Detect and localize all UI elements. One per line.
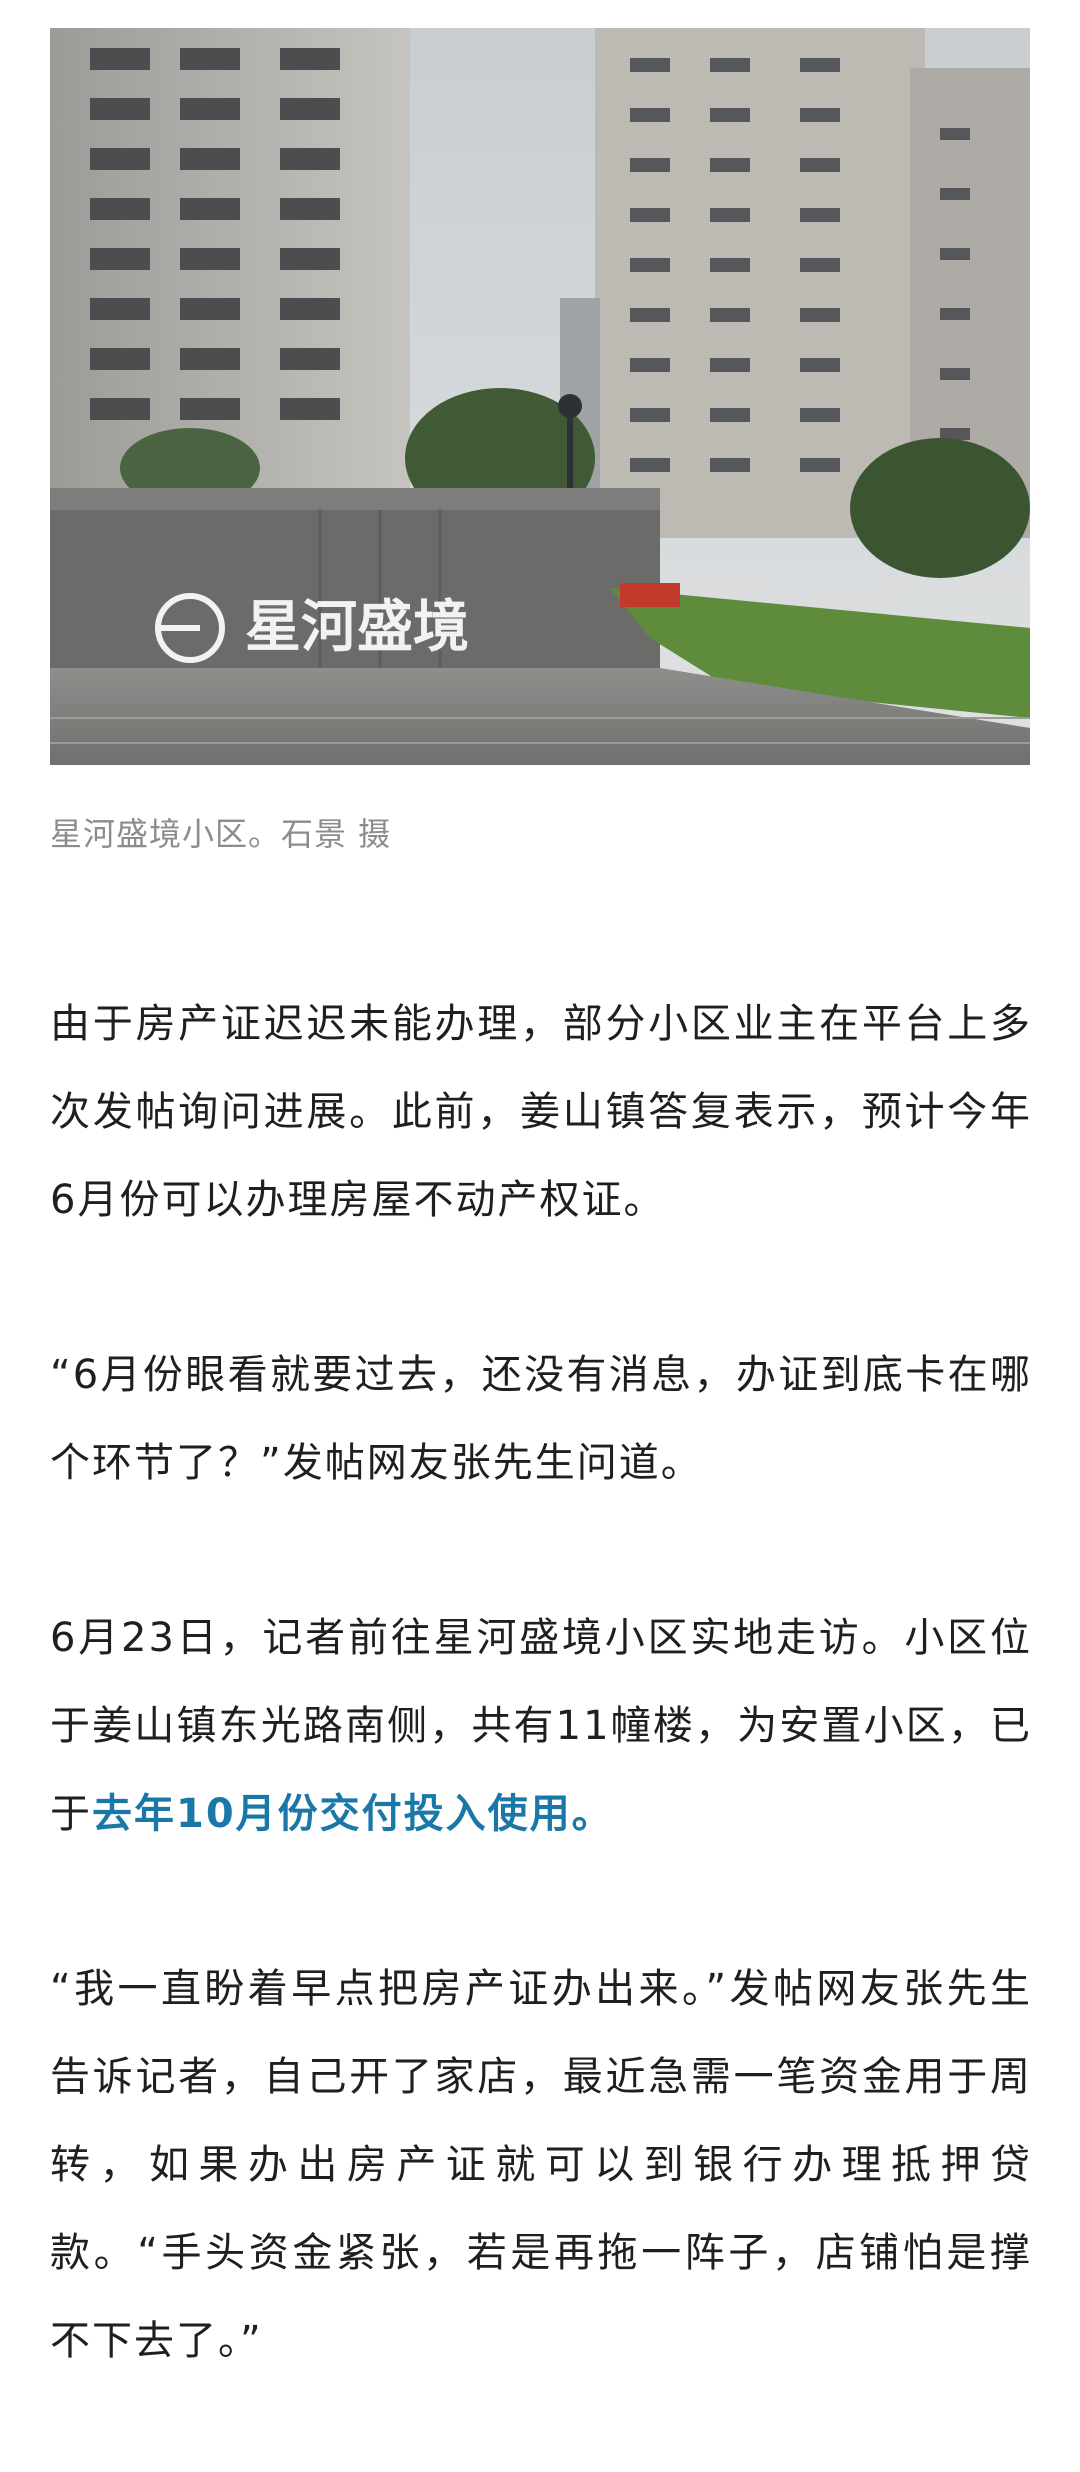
paragraph: 6月23日，记者前往星河盛境小区实地走访。小区位于姜山镇东光路南侧，共有11幢楼… [50,1594,1032,1858]
photo-illustration: 星河盛境 [50,28,1030,765]
paragraph: “我一直盼着早点把房产证办出来。”发帖网友张先生告诉记者，自己开了家店，最近急需… [50,1945,1032,2385]
highlighted-link[interactable]: 去年10月份交付投入使用。 [92,1791,614,1837]
article-photo[interactable]: 星河盛境 [50,28,1030,765]
article-body: 由于房产证迟迟未能办理，部分小区业主在平台上多次发帖询问进展。此前，姜山镇答复表… [50,980,1032,2472]
photo-caption: 星河盛境小区。石景 摄 [50,815,392,853]
sign-text: 星河盛境 [245,595,469,660]
paragraph-text: “6月份眼看就要过去，还没有消息，办证到底卡在哪个环节了？”发帖网友张先生问道。 [50,1352,1032,1486]
paragraph-text: “我一直盼着早点把房产证办出来。”发帖网友张先生告诉记者，自己开了家店，最近急需… [50,1966,1032,2364]
paragraph: 由于房产证迟迟未能办理，部分小区业主在平台上多次发帖询问进展。此前，姜山镇答复表… [50,980,1032,1244]
paragraph-text: 由于房产证迟迟未能办理，部分小区业主在平台上多次发帖询问进展。此前，姜山镇答复表… [50,1001,1032,1223]
paragraph: “6月份眼看就要过去，还没有消息，办证到底卡在哪个环节了？”发帖网友张先生问道。 [50,1331,1032,1507]
